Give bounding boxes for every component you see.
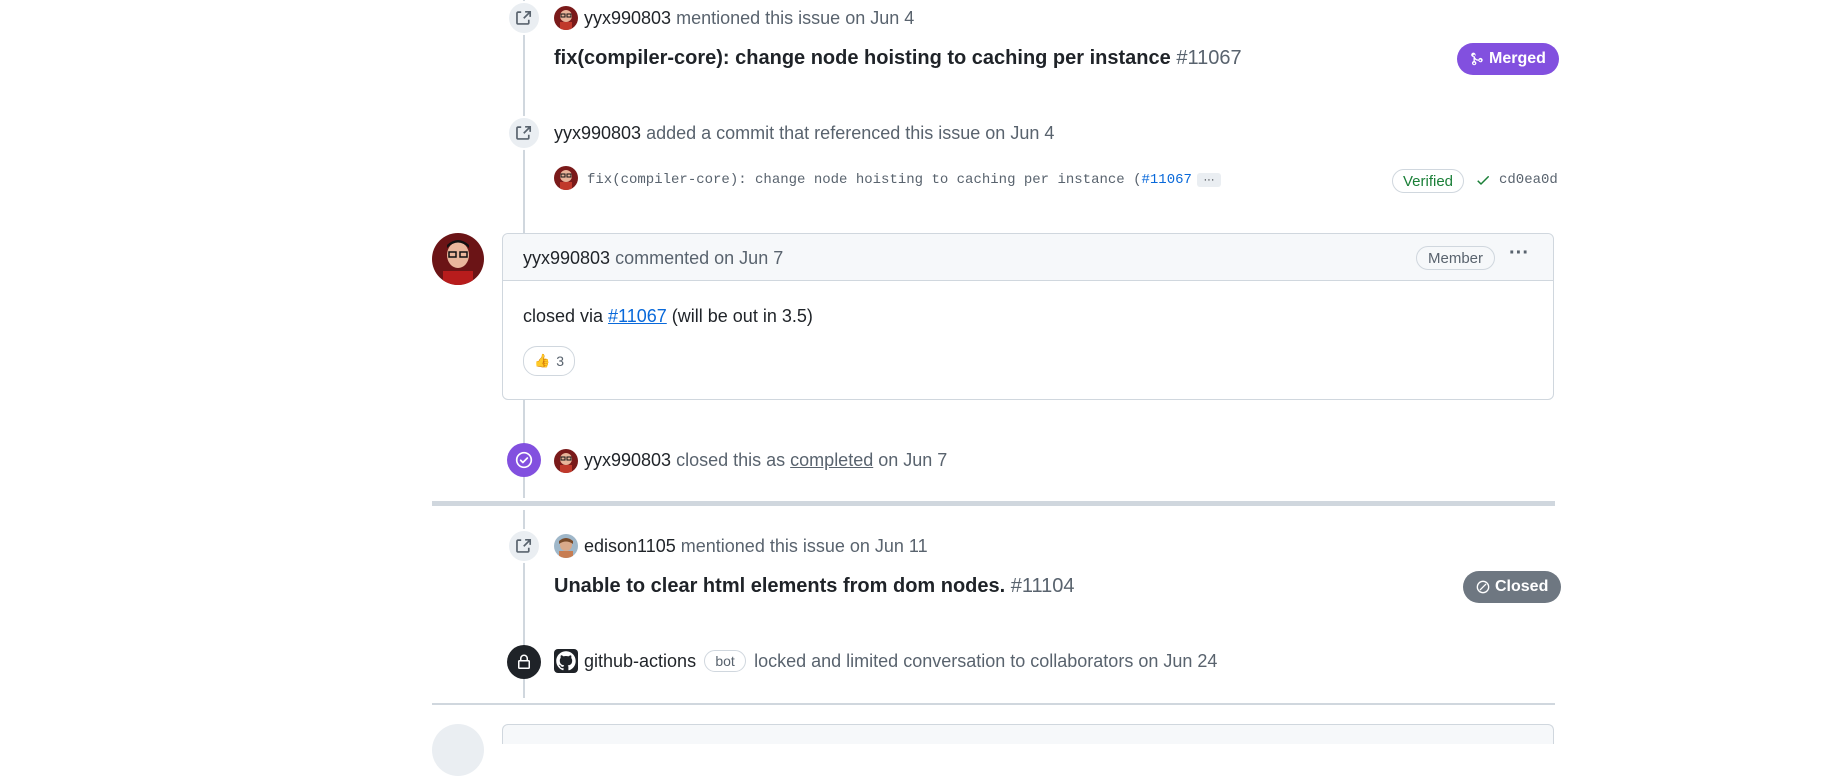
referenced-issue-title[interactable]: Unable to clear html elements from dom n…: [554, 573, 1075, 599]
pr-number[interactable]: #11067: [1176, 47, 1241, 69]
event-action: added a commit that referenced this issu…: [646, 123, 981, 143]
avatar[interactable]: [554, 166, 578, 190]
cross-reference-badge: [507, 116, 541, 150]
reaction-thumbs-up[interactable]: 👍 3: [523, 346, 575, 376]
comment-header: yyx990803 commented on Jun 7 Member ···: [503, 234, 1553, 281]
comment-options-button[interactable]: ···: [1503, 241, 1535, 269]
comment-meta: yyx990803 commented on Jun 7: [523, 246, 783, 270]
event-line: yyx990803 mentioned this issue on Jun 4: [584, 6, 914, 30]
verified-badge[interactable]: Verified: [1392, 169, 1464, 193]
event-date[interactable]: on Jun 7: [878, 450, 947, 470]
lock-badge: [507, 645, 541, 679]
next-comment-box: [502, 724, 1554, 744]
event-date[interactable]: on Jun 4: [985, 123, 1054, 143]
avatar[interactable]: [432, 233, 484, 285]
avatar[interactable]: [432, 724, 484, 776]
comment-box: yyx990803 commented on Jun 7 Member ··· …: [502, 233, 1554, 400]
skip-icon: [1476, 580, 1490, 594]
commit-sha[interactable]: cd0ea0d: [1499, 171, 1558, 189]
event-action: locked and limited conversation to colla…: [754, 651, 1134, 671]
commit-pr-link[interactable]: #11067: [1142, 172, 1192, 188]
github-logo-icon: [556, 651, 576, 671]
merged-state-badge: Merged: [1457, 43, 1559, 75]
kebab-horizontal-icon: ···: [1509, 242, 1529, 264]
event-line: edison1105 mentioned this issue on Jun 1…: [584, 534, 928, 558]
author-link[interactable]: yyx990803: [523, 248, 610, 268]
reaction-count: 3: [556, 353, 564, 369]
lock-icon: [518, 654, 530, 669]
state-label: Merged: [1489, 50, 1546, 67]
author-link[interactable]: edison1105: [584, 536, 676, 556]
event-date[interactable]: on Jun 24: [1138, 651, 1217, 671]
issue-number[interactable]: #11104: [1011, 575, 1075, 597]
avatar[interactable]: [554, 649, 578, 673]
check-icon: [1477, 176, 1489, 185]
role-badge: Member: [1416, 246, 1495, 270]
bot-label: bot: [704, 650, 747, 672]
comment-action: commented: [615, 248, 710, 268]
cross-reference-badge: [507, 1, 541, 35]
check-circle-icon: [515, 451, 533, 469]
timeline-divider: [432, 501, 1555, 506]
event-line: github-actions bot locked and limited co…: [584, 649, 1217, 673]
close-reason-link[interactable]: completed: [790, 450, 873, 470]
event-line: yyx990803 added a commit that referenced…: [554, 121, 1054, 145]
referenced-pr-title[interactable]: fix(compiler-core): change node hoisting…: [554, 45, 1242, 71]
event-action: mentioned this issue: [676, 8, 841, 28]
comment-body: closed via #11067 (will be out in 3.5): [523, 306, 813, 326]
event-date[interactable]: on Jun 11: [850, 536, 928, 556]
timeline-divider: [432, 703, 1555, 705]
comment-date[interactable]: on Jun 7: [714, 248, 783, 268]
completed-badge: [507, 443, 541, 477]
cross-reference-badge: [507, 529, 541, 563]
author-link[interactable]: github-actions: [584, 651, 696, 671]
author-link[interactable]: yyx990803: [584, 8, 671, 28]
event-action: closed this as: [676, 450, 786, 470]
avatar[interactable]: [554, 534, 578, 558]
git-merge-icon: [1471, 52, 1483, 66]
closed-state-badge: Closed: [1463, 571, 1562, 603]
author-link[interactable]: yyx990803: [584, 450, 671, 470]
thumbs-up-icon: 👍: [534, 353, 551, 368]
event-date[interactable]: on Jun 4: [845, 8, 914, 28]
cross-reference-icon: [516, 10, 532, 25]
commit-message[interactable]: fix(compiler-core): change node hoisting…: [587, 171, 1192, 189]
cross-reference-icon: [516, 125, 532, 140]
avatar[interactable]: [554, 6, 578, 30]
expand-commit-button[interactable]: ···: [1197, 173, 1221, 187]
avatar[interactable]: [554, 449, 578, 473]
cross-reference-icon: [516, 538, 532, 553]
author-link[interactable]: yyx990803: [554, 123, 641, 143]
state-label: Closed: [1495, 578, 1549, 595]
event-action: mentioned this issue: [680, 536, 845, 556]
event-line: yyx990803 closed this as completed on Ju…: [584, 448, 947, 472]
issue-link[interactable]: #11067: [608, 306, 667, 326]
